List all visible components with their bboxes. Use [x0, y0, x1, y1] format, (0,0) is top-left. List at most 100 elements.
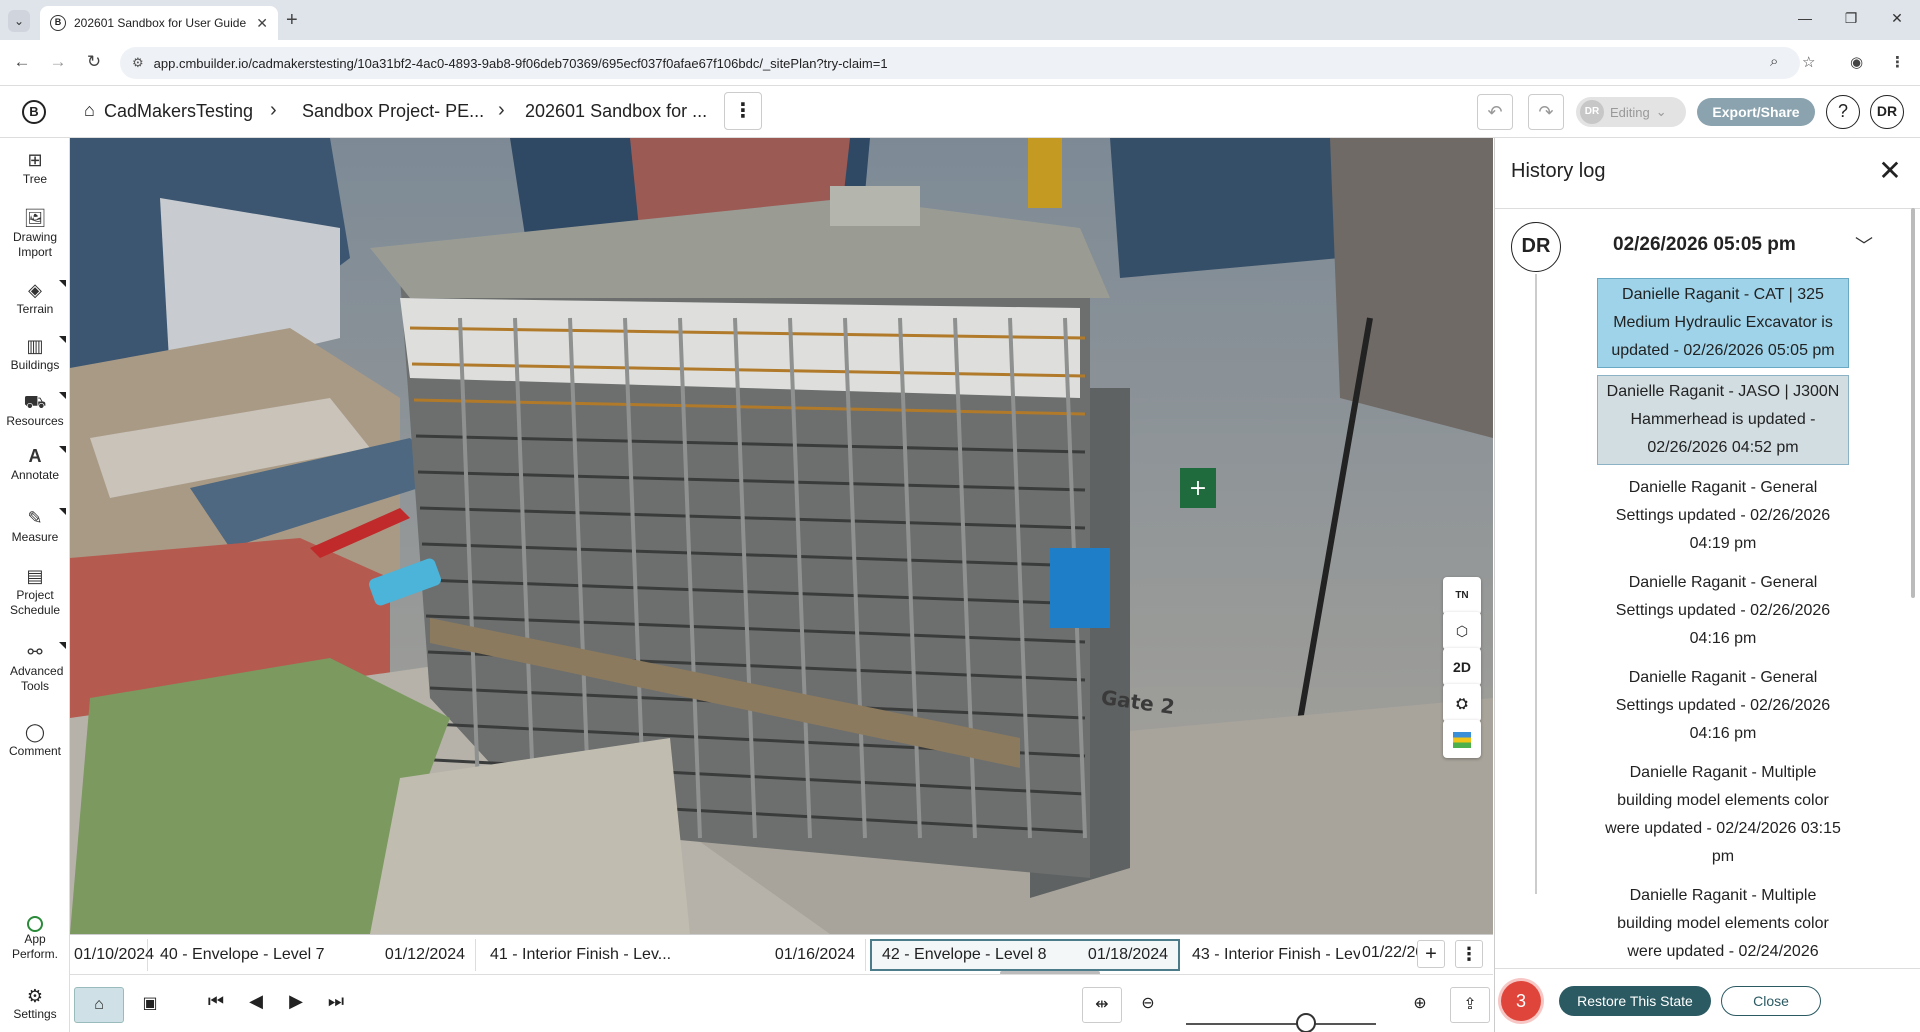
breadcrumb-model[interactable]: 202601 Sandbox for ... [525, 101, 707, 122]
walk-mode-icon[interactable]: ⛭ [1443, 684, 1481, 722]
export-share-button[interactable]: Export/Share [1697, 98, 1815, 126]
home-icon[interactable]: ⌂ [84, 100, 95, 121]
app-performance-label: App Perform. [11, 932, 58, 961]
breadcrumb-chevron-icon: › [498, 99, 505, 121]
app-header: B ⌂ CadMakersTesting › Sandbox Project- … [0, 86, 1920, 138]
zoom-out-icon[interactable]: ⊖ [1128, 987, 1168, 1023]
app-logo[interactable]: B [22, 100, 46, 124]
address-bar[interactable]: ⚙ app.cmbuilder.io/cadmakerstesting/10a3… [120, 47, 1800, 79]
timeline-date: 01/10/2024 [74, 946, 155, 963]
history-entry[interactable]: Danielle Raganit - General Settings upda… [1597, 567, 1849, 655]
forward-icon[interactable]: → [46, 52, 70, 72]
history-entry[interactable]: Danielle Raganit - Multiple building mod… [1597, 757, 1849, 873]
history-entry[interactable]: Danielle Raganit - CAT | 325 Medium Hydr… [1597, 278, 1849, 368]
tool-label: Tree [22, 172, 48, 186]
timeline-date: 01/16/2024 [774, 946, 855, 963]
chevron-down-icon[interactable]: ﹀ [1855, 232, 1873, 258]
chevron-down-icon: ⌄ [1655, 104, 1667, 119]
browser-tabstrip: ⌄ B 202601 Sandbox for User Guide ✕ + — … [0, 0, 1920, 40]
restore-window-icon[interactable]: ❐ [1836, 10, 1866, 27]
tool-drawing-import[interactable]: 🖼 Drawing Import [0, 208, 70, 260]
site-view-icon[interactable]: ⌂ [74, 987, 124, 1023]
redo-button[interactable]: ↷ [1528, 94, 1564, 130]
history-entry[interactable]: Danielle Raganit - General Settings upda… [1597, 662, 1849, 750]
fit-timeline-icon[interactable]: ⇹ [1082, 987, 1122, 1023]
step-back-icon[interactable]: ◀ [242, 991, 270, 1012]
history-entry[interactable]: Danielle Raganit - JASO | J300N Hammerhe… [1597, 375, 1849, 465]
timeline-name: 42 - Envelope - Level 8 [882, 946, 1047, 963]
timeline-more-icon[interactable]: ⋮ [1455, 940, 1483, 968]
browser-menu-icon[interactable]: ⋮ [1890, 53, 1905, 71]
reload-icon[interactable]: ↻ [82, 52, 106, 72]
editing-label: Editing [1610, 104, 1650, 120]
timeline-name: 40 - Envelope - Level 7 [160, 946, 325, 963]
tool-label: Measure [11, 530, 59, 544]
presentation-icon[interactable]: ▣ [130, 987, 170, 1023]
timeline-item[interactable]: 40 - Envelope - Level 7 01/12/2024 [150, 939, 476, 971]
minimize-icon[interactable]: — [1790, 10, 1820, 26]
app-performance-button[interactable]: App Perform. [0, 916, 70, 962]
play-icon[interactable]: ▶ [282, 991, 310, 1012]
submenu-indicator-icon [59, 280, 66, 287]
history-scrollbar[interactable] [1911, 208, 1915, 598]
tool-tree[interactable]: ⊞ Tree [0, 150, 70, 187]
history-entry[interactable]: Danielle Raganit - General Settings upda… [1597, 472, 1849, 560]
skip-to-end-icon[interactable]: ⏭ [322, 991, 350, 1012]
timeline-item[interactable]: 41 - Interior Finish - Lev... 01/16/2024 [480, 939, 866, 971]
tool-measure[interactable]: ✎ Measure [0, 508, 70, 545]
profile-icon[interactable]: ◉ [1850, 53, 1863, 71]
tool-project-schedule[interactable]: ▤ Project Schedule [0, 566, 70, 618]
history-log-panel: History log ✕ DR 02/26/2026 05:05 pm ﹀ D… [1494, 138, 1920, 1032]
tab-search-icon[interactable]: ⌄ [8, 10, 30, 32]
tool-advanced-tools[interactable]: ⚯ Advanced Tools [0, 642, 70, 694]
settings-button[interactable]: ⚙ Settings [0, 986, 70, 1021]
view-cube-icon[interactable]: ⬡ [1443, 612, 1481, 650]
tool-label: Annotate [10, 468, 60, 482]
editing-mode-select[interactable]: DR Editing ⌄ [1576, 97, 1686, 127]
blue-container [1050, 548, 1110, 628]
zoom-slider-thumb[interactable] [1295, 1013, 1316, 1032]
zoom-slider-track[interactable] [1186, 1023, 1376, 1025]
close-button[interactable]: Close [1721, 986, 1821, 1016]
back-icon[interactable]: ← [10, 52, 34, 72]
tab-close-icon[interactable]: ✕ [256, 15, 268, 32]
upload-icon[interactable]: ⇪ [1450, 987, 1490, 1023]
tool-label: Buildings [10, 358, 60, 372]
tool-terrain[interactable]: ◈ Terrain [0, 280, 70, 317]
tool-resources[interactable]: ⛟ Resources [0, 392, 70, 429]
zoom-icon[interactable]: ⌕ [1770, 53, 1778, 70]
true-north-button[interactable]: TN [1443, 577, 1481, 615]
schedule-timeline: 01/10/2024 40 - Envelope - Level 7 01/12… [70, 934, 1493, 975]
new-tab-icon[interactable]: + [286, 9, 298, 32]
tool-comment[interactable]: ◯ Comment [0, 722, 70, 759]
timeline-item[interactable]: 01/10/2024 [64, 939, 154, 971]
tool-annotate[interactable]: A Annotate [0, 446, 70, 483]
model-options-button[interactable]: ⋮ [724, 92, 762, 130]
close-window-icon[interactable]: ✕ [1882, 10, 1912, 27]
breadcrumb-project[interactable]: Sandbox Project- PE... [302, 101, 484, 122]
user-avatar[interactable]: DR [1870, 95, 1904, 129]
history-entry[interactable]: Danielle Raganit - Multiple building mod… [1597, 880, 1849, 968]
breadcrumb-org[interactable]: CadMakersTesting [104, 101, 253, 122]
layers-color-icon[interactable] [1443, 720, 1481, 758]
skip-to-start-icon[interactable]: ⏮ [202, 991, 230, 1012]
undo-button[interactable]: ↶ [1477, 94, 1513, 130]
submenu-indicator-icon [59, 446, 66, 453]
browser-tab[interactable]: B 202601 Sandbox for User Guide ✕ [40, 6, 278, 40]
tool-label: Terrain [16, 302, 54, 316]
2d-view-button[interactable]: 2D [1443, 648, 1481, 686]
roof-penthouse [830, 186, 920, 226]
site-info-icon[interactable]: ⚙ [132, 55, 144, 71]
help-button[interactable]: ? [1826, 95, 1860, 129]
left-toolbar: ⊞ Tree 🖼 Drawing Import ◈ Terrain ▥ Buil… [0, 138, 70, 1032]
drawing-import-icon: 🖼 [23, 208, 47, 228]
zoom-in-icon[interactable]: ⊕ [1400, 987, 1440, 1023]
3d-viewport[interactable]: + Gate 2 TN ⬡ 2D ⛭ [70, 138, 1493, 934]
timeline-item-active[interactable]: 42 - Envelope - Level 8 01/18/2024 [870, 939, 1180, 971]
add-task-icon[interactable]: + [1417, 940, 1445, 968]
tool-buildings[interactable]: ▥ Buildings [0, 336, 70, 373]
bookmark-star-icon[interactable]: ☆ [1802, 53, 1815, 71]
submenu-indicator-icon [59, 642, 66, 649]
restore-state-button[interactable]: Restore This State [1559, 986, 1711, 1016]
close-icon[interactable]: ✕ [1875, 154, 1905, 187]
